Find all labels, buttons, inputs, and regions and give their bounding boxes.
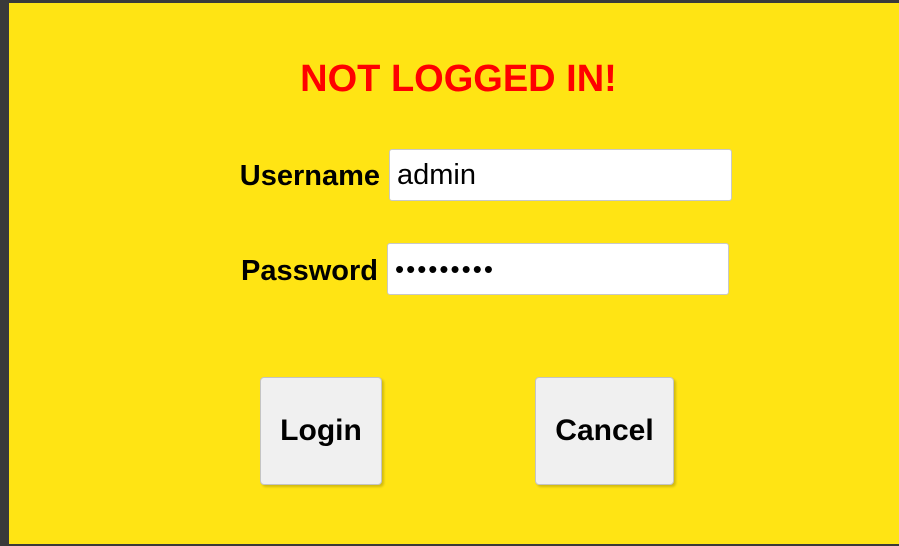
password-label: Password bbox=[241, 255, 378, 287]
status-title: NOT LOGGED IN! bbox=[300, 58, 617, 100]
cancel-button[interactable]: Cancel bbox=[535, 377, 674, 485]
login-dialog: NOT LOGGED IN! Username Password Login C… bbox=[0, 0, 899, 546]
username-input[interactable] bbox=[389, 149, 732, 201]
username-label: Username bbox=[239, 160, 380, 192]
login-button[interactable]: Login bbox=[260, 377, 382, 485]
password-input[interactable] bbox=[387, 243, 729, 295]
